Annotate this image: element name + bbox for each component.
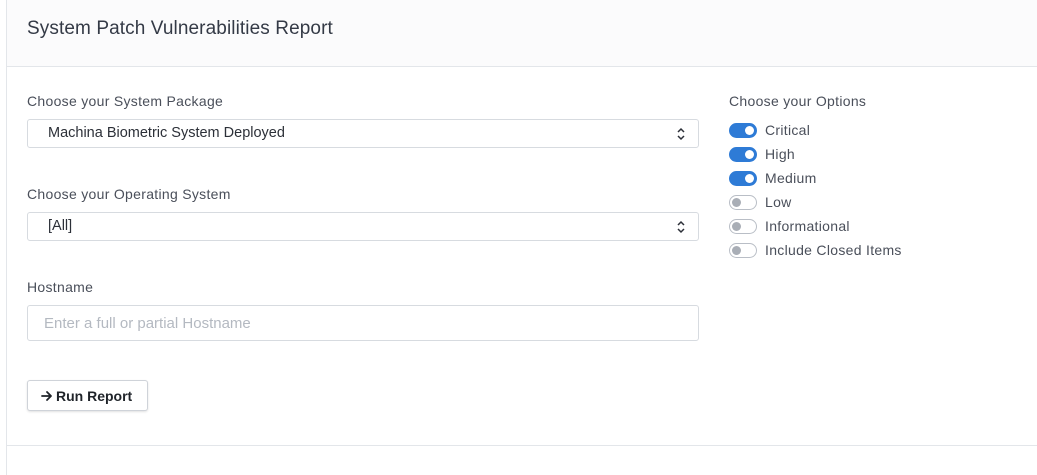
package-select-value: Machina Biometric System Deployed [48, 125, 285, 141]
toggle-switch[interactable] [729, 194, 757, 210]
report-card: System Patch Vulnerabilities Report Choo… [6, 0, 1037, 475]
toggle-knob [732, 221, 741, 231]
toggle-knob [745, 125, 754, 135]
toggle-knob [732, 245, 741, 255]
select-arrows-icon [677, 220, 685, 234]
package-select[interactable]: Machina Biometric System Deployed [27, 119, 699, 148]
arrow-right-icon [41, 390, 52, 401]
hostname-placeholder: Enter a full or partial Hostname [44, 315, 251, 332]
card-header: System Patch Vulnerabilities Report [7, 0, 1037, 67]
page-title: System Patch Vulnerabilities Report [27, 18, 333, 39]
option-label: Low [765, 194, 792, 210]
run-report-label: Run Report [56, 387, 133, 404]
package-label: Choose your System Package [27, 93, 224, 109]
toggle-switch[interactable] [729, 122, 757, 138]
option-informational[interactable]: Informational [729, 218, 850, 234]
os-select-value: [All] [48, 218, 73, 234]
select-arrows-icon [677, 127, 685, 141]
os-select[interactable]: [All] [27, 212, 699, 241]
toggle-knob [745, 173, 754, 183]
option-label: Medium [765, 170, 817, 186]
option-label: High [765, 146, 795, 162]
option-label: Critical [765, 122, 811, 138]
os-label: Choose your Operating System [27, 186, 231, 202]
hostname-input[interactable]: Enter a full or partial Hostname [27, 305, 699, 341]
toggle-knob [745, 149, 754, 159]
option-low[interactable]: Low [729, 194, 792, 210]
option-label: Include Closed Items [765, 242, 902, 258]
options-title: Choose your Options [729, 93, 867, 109]
option-medium[interactable]: Medium [729, 170, 817, 186]
toggle-switch[interactable] [729, 242, 757, 258]
toggle-switch[interactable] [729, 146, 757, 162]
toggle-switch[interactable] [729, 170, 757, 186]
toggle-knob [732, 197, 741, 207]
footer-divider [7, 445, 1037, 446]
toggle-switch[interactable] [729, 218, 757, 234]
hostname-label: Hostname [27, 279, 94, 295]
option-label: Informational [765, 218, 850, 234]
run-report-button[interactable]: Run Report [27, 380, 148, 411]
option-high[interactable]: High [729, 146, 795, 162]
report-form: Choose your System Package Machina Biome… [27, 67, 1037, 445]
option-include-closed-items[interactable]: Include Closed Items [729, 242, 902, 258]
option-critical[interactable]: Critical [729, 122, 810, 138]
